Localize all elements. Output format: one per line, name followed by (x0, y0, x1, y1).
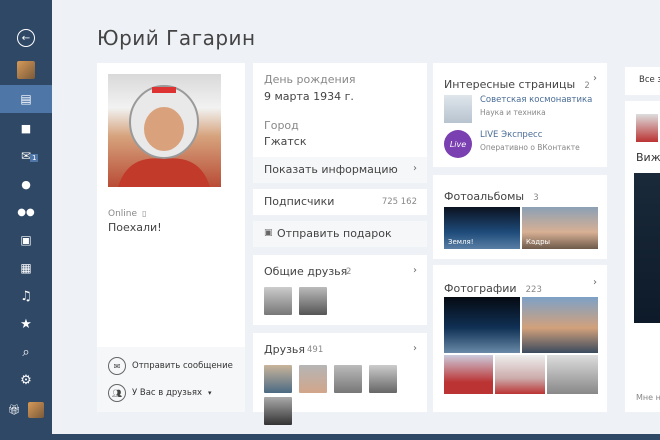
photos-header[interactable]: Фотографии 223 (444, 277, 542, 296)
friends-thumbs (264, 365, 427, 429)
page-item-live-express[interactable]: Live LIVE Экспресс Оперативно о ВКонтакт… (444, 130, 580, 158)
interesting-pages-card: Интересные страницы 2 › Советская космон… (433, 63, 607, 167)
video-icon: ▦ (20, 261, 32, 275)
friend-status-dropdown[interactable]: 👥︎ У Вас в друзьях ▾ (108, 384, 212, 402)
photo-albums-card: Фотоальбомы 3 Земля! Кадры (433, 175, 607, 259)
music-icon: ♫ (20, 288, 32, 304)
sidebar-bottom-user[interactable]: 🎁︎ (0, 396, 52, 424)
mobile-icon: ▯ (142, 209, 147, 218)
avatar (17, 61, 35, 79)
friend-thumb[interactable] (299, 287, 328, 315)
sidebar-item-friends[interactable]: ●● (0, 198, 52, 226)
sidebar-item-settings[interactable]: ⚙ (0, 366, 52, 394)
wall-post-card: Вижу Мне н (625, 101, 660, 412)
chevron-right-icon: › (593, 73, 597, 84)
gift-icon: ▣ (264, 228, 273, 238)
sidebar-item-profile[interactable]: ● (0, 170, 52, 198)
album-frames[interactable]: Кадры (522, 207, 598, 249)
friend-thumb[interactable] (264, 365, 292, 393)
friend-thumb[interactable] (264, 397, 292, 425)
bottom-bar (0, 434, 660, 440)
photo-thumb[interactable] (444, 355, 493, 394)
photo-thumb[interactable] (495, 355, 545, 394)
friend-thumb[interactable] (264, 287, 292, 315)
chevron-right-icon: › (413, 343, 417, 354)
info-card: День рождения 9 марта 1934 г. Город Гжат… (253, 63, 427, 183)
search-icon: ⌕ (22, 344, 30, 360)
chevron-right-icon: › (593, 277, 597, 288)
sidebar-item-search[interactable]: ⌕ (0, 338, 52, 366)
photo-thumb[interactable] (547, 355, 598, 394)
send-gift-button[interactable]: ▣ Отправить подарок (253, 221, 427, 247)
post-text: Вижу (636, 151, 660, 164)
sidebar-profile-avatar[interactable] (0, 56, 52, 84)
city-label: Город (264, 119, 299, 132)
profile-photo-illustration (118, 85, 210, 187)
gear-icon: ⚙ (20, 372, 32, 388)
interesting-pages-header[interactable]: Интересные страницы 2 (444, 73, 590, 92)
sidebar-item-mail[interactable]: ✉ 1 (0, 142, 52, 170)
album-earth[interactable]: Земля! (444, 207, 520, 249)
status-text: Поехали! (108, 221, 162, 234)
profile-card: Online ▯ Поехали! ✉ Отправить сообщение … (97, 63, 245, 412)
photos-card: Фотографии 223 › (433, 265, 607, 412)
birthday-value: 9 марта 1934 г. (264, 90, 354, 103)
sidebar-item-video[interactable]: ▦ (0, 254, 52, 282)
person-icon: ● (21, 177, 31, 191)
all-posts-tab[interactable]: Все з (625, 67, 660, 95)
subscribers-count: 725 162 (381, 197, 417, 207)
mutual-friends-thumbs (264, 287, 329, 319)
sidebar: ← ▤ ■ ✉ 1 ● ●● ▣ ▦ ♫ ★ ⌕ ⚙ 🎁︎ (0, 0, 52, 440)
page-title: Юрий Гагарин (97, 26, 256, 50)
sidebar-item-news[interactable]: ▤ (0, 85, 52, 113)
send-message-button[interactable]: ✉ Отправить сообщение (108, 357, 233, 375)
friends-icon: ●● (17, 206, 35, 218)
page-item-cosmonautics[interactable]: Советская космонавтика Наука и техника (444, 95, 592, 123)
city-value: Гжатск (264, 135, 307, 148)
friends-card[interactable]: Друзья 491 › (253, 333, 427, 425)
news-icon: ▤ (20, 92, 32, 106)
photos-icon: ▣ (20, 233, 32, 247)
chevron-right-icon: › (413, 265, 417, 276)
subscribers-row[interactable]: Подписчики 725 162 (253, 189, 427, 215)
sidebar-item-messages[interactable]: ■ (0, 114, 52, 142)
friends-count: 491 (307, 345, 324, 355)
friend-thumb[interactable] (369, 365, 398, 393)
chevron-down-icon: ▾ (207, 389, 212, 397)
back-arrow-icon: ← (17, 29, 35, 47)
friend-thumb[interactable] (334, 365, 363, 393)
live-logo: Live (444, 130, 472, 158)
chevron-right-icon: › (413, 163, 417, 174)
photo-thumb[interactable] (522, 297, 598, 353)
sidebar-item-music[interactable]: ♫ (0, 282, 52, 310)
star-icon: ★ (20, 316, 32, 332)
mail-badge: 1 (30, 154, 39, 162)
profile-actions: ✉ Отправить сообщение 👥︎ У Вас в друзьях… (97, 347, 245, 412)
messages-icon: ■ (20, 121, 32, 135)
sidebar-item-favorites[interactable]: ★ (0, 310, 52, 338)
online-status: Online ▯ (108, 209, 147, 219)
show-info-button[interactable]: Показать информацию › (253, 157, 427, 183)
back-button[interactable]: ← (0, 24, 52, 52)
mutual-friends-count: 2 (346, 267, 352, 277)
mutual-friends-card[interactable]: Общие друзья 2 › (253, 255, 427, 325)
friend-check-icon: 👥︎ (108, 384, 126, 402)
profile-photo[interactable] (108, 74, 221, 187)
friend-thumb[interactable] (299, 365, 328, 393)
birthday-label: День рождения (264, 73, 356, 86)
page-avatar (444, 95, 472, 123)
photo-albums-header[interactable]: Фотоальбомы 3 (444, 185, 539, 204)
photo-thumb[interactable] (444, 297, 520, 353)
sidebar-item-photos[interactable]: ▣ (0, 226, 52, 254)
post-avatar[interactable] (636, 114, 658, 142)
message-icon: ✉ (108, 357, 126, 375)
post-footer: Мне н (636, 393, 660, 402)
user-avatar (28, 402, 45, 418)
post-image[interactable] (634, 173, 660, 323)
gift-icon: 🎁︎ (7, 404, 21, 416)
